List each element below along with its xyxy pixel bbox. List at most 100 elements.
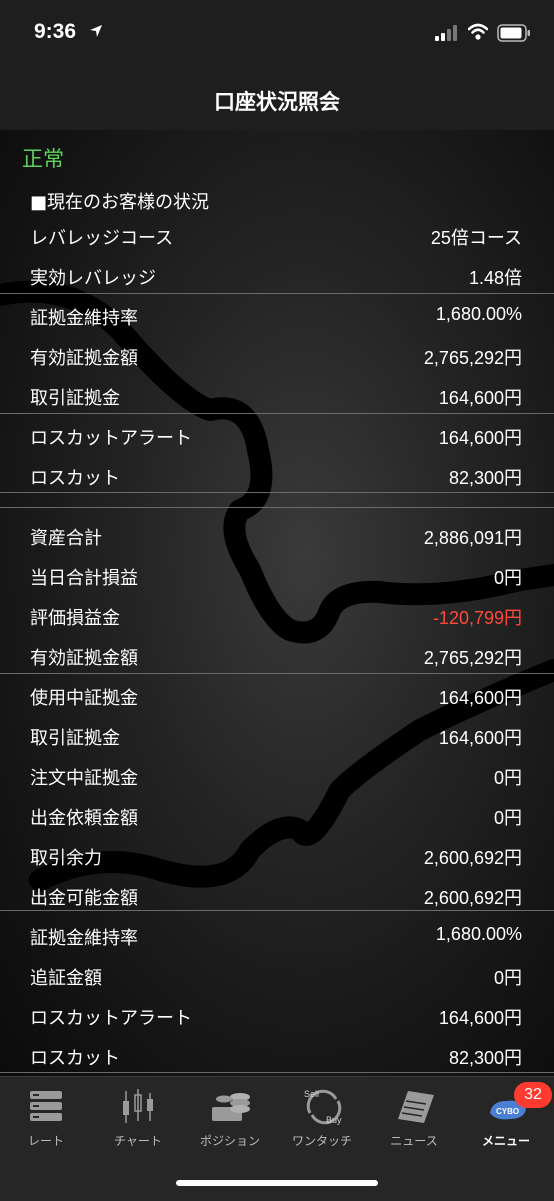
server-stack-icon [30,1091,62,1121]
row-value: 82,300円 [448,468,522,488]
row-label: ロスカット [30,1048,120,1069]
row-label: レバレッジコース [30,228,174,249]
row-divider [0,507,554,508]
row-trading-power: 取引余力 2,600,692円 [0,836,554,876]
row-used-margin: 使用中証拠金 164,600円 [0,676,554,716]
page-title: 口座状況照会 [214,90,340,114]
row-value: 2,765,292円 [423,648,522,668]
row-value: 0円 [493,808,522,828]
notification-badge: 32 [514,1082,552,1108]
row-label: ロスカット [30,468,120,489]
row-divider [0,673,554,674]
row-value: 2,600,692円 [423,888,522,908]
row-label: 注文中証拠金 [30,768,138,789]
home-indicator[interactable] [176,1180,378,1186]
row-label: 取引証拠金 [30,388,120,409]
row-value: 25倍コース [430,228,522,248]
row-value: 2,765,292円 [423,348,522,368]
tab-label: ワンタッチ [291,1134,352,1148]
location-arrow-icon [90,25,102,37]
row-label: 使用中証拠金 [30,688,138,709]
row-label: 有効証拠金額 [30,648,138,669]
row-label: 評価損益金 [30,608,120,629]
row-value: 164,600円 [438,428,522,448]
account-status-label: 正常 [22,147,64,171]
section-heading: ■現在のお客様の状況 [30,192,210,213]
row-divider [0,413,554,414]
row-label: 有効証拠金額 [30,348,138,369]
tab-one-touch[interactable]: Sell Buy ワンタッチ [276,1077,368,1157]
tab-label: レート [27,1134,64,1148]
row-value: 164,600円 [438,688,522,708]
svg-text:CYBO: CYBO [496,1107,519,1116]
row-losscut-2: ロスカット 82,300円 [0,1036,554,1076]
row-value: 2,600,692円 [423,848,522,868]
sell-buy-icon: Sell Buy [304,1089,342,1125]
row-value: 0円 [493,568,522,588]
row-label: 追証金額 [30,968,102,989]
row-label: 出金可能金額 [30,888,138,909]
row-effective-margin: 有効証拠金額 2,765,292円 [0,336,554,376]
tab-rate[interactable]: レート [0,1077,92,1157]
row-label: 取引余力 [30,848,102,869]
row-value: 2,886,091円 [423,528,522,548]
tab-label: チャート [114,1134,162,1148]
battery-icon [497,24,530,42]
row-value: 82,300円 [448,1048,522,1068]
svg-text:Sell: Sell [304,1089,319,1099]
tab-label: ポジション [199,1134,260,1148]
row-value: 1.48倍 [468,268,522,288]
row-effective-leverage: 実効レバレッジ 1.48倍 [0,256,554,296]
coins-icon [212,1093,250,1121]
row-losscut: ロスカット 82,300円 [0,456,554,496]
row-label: 証拠金維持率 [30,928,138,949]
row-margin-ratio-2: 証拠金維持率 1,680.00% [0,916,554,956]
cellular-signal-icon [435,25,457,41]
row-total-assets: 資産合計 2,886,091円 [0,516,554,556]
row-value: 1,680.00% [435,924,522,944]
row-value: 1,680.00% [435,304,522,324]
nav-bar: 口座状況照会 [0,70,554,130]
row-label: 当日合計損益 [30,568,138,589]
row-effective-margin-2: 有効証拠金額 2,765,292円 [0,636,554,676]
row-value: 164,600円 [438,1008,522,1028]
row-label: ロスカットアラート [30,428,192,449]
row-unrealized-pl: 評価損益金 -120,799円 [0,596,554,636]
svg-text:Buy: Buy [326,1115,342,1125]
row-divider [0,293,554,294]
row-margin-ratio: 証拠金維持率 1,680.00% [0,296,554,336]
account-status-panel[interactable]: 正常 ■現在のお客様の状況 レバレッジコース 25倍コース 実効レバレッジ 1.… [0,130,554,1076]
wifi-icon [468,23,488,40]
tab-label: ニュース [390,1134,438,1148]
row-value: 164,600円 [438,388,522,408]
row-trade-margin-2: 取引証拠金 164,600円 [0,716,554,756]
status-bar: 9:36 [0,0,554,70]
tab-chart[interactable]: チャート [92,1077,184,1157]
row-value: -120,799円 [432,608,522,628]
row-withdrawal-request: 出金依頼金額 0円 [0,796,554,836]
row-daily-pl: 当日合計損益 0円 [0,556,554,596]
status-time: 9:36 [34,20,77,43]
row-label: 取引証拠金 [30,728,120,749]
tab-label: メニュー [481,1134,530,1148]
candlestick-icon [123,1089,153,1123]
row-order-margin: 注文中証拠金 0円 [0,756,554,796]
row-label: 証拠金維持率 [30,308,138,329]
row-value: 164,600円 [438,728,522,748]
row-label: ロスカットアラート [30,1008,192,1029]
row-divider [0,1072,554,1073]
row-label: 出金依頼金額 [30,808,138,829]
row-losscut-alert-2: ロスカットアラート 164,600円 [0,996,554,1036]
row-label: 実効レバレッジ [30,268,156,289]
row-label: 資産合計 [30,528,102,549]
newspaper-icon [398,1091,434,1123]
row-margin-call: 追証金額 0円 [0,956,554,996]
row-value: 0円 [493,768,522,788]
row-value: 0円 [493,968,522,988]
row-divider [0,492,554,493]
row-divider [0,910,554,911]
tab-position[interactable]: ポジション [184,1077,276,1157]
row-losscut-alert: ロスカットアラート 164,600円 [0,416,554,456]
row-leverage-course: レバレッジコース 25倍コース [0,216,554,256]
tab-news[interactable]: ニュース [368,1077,460,1157]
